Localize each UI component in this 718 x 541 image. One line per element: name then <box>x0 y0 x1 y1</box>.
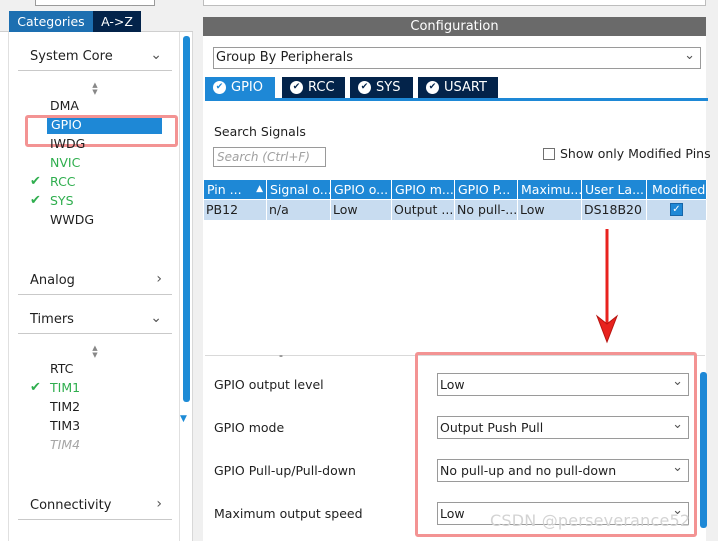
tab-sys[interactable]: ✔ SYS <box>350 77 413 98</box>
search-signals-label: Search Signals <box>214 124 306 139</box>
chevron-right-icon[interactable]: › <box>156 271 162 287</box>
form-scrollbar[interactable] <box>700 372 707 528</box>
sort-icon[interactable]: ▲ ▼ <box>91 345 99 359</box>
gpio-output-level-label: GPIO output level <box>214 377 324 392</box>
table-cell[interactable]: PB12 <box>204 200 267 220</box>
table-cell[interactable]: Low <box>331 200 392 220</box>
tree-item-tim1[interactable]: TIM1 <box>50 379 80 397</box>
check-circle-icon: ✔ <box>213 81 226 94</box>
tree-item-nvic[interactable]: NVIC <box>50 154 80 172</box>
tab-rcc[interactable]: ✔ RCC <box>282 77 345 98</box>
column-label: Pin ... <box>207 182 242 197</box>
configuration-header: Configuration <box>203 17 706 36</box>
check-icon: ✔ <box>30 380 41 395</box>
top-search-field[interactable] <box>35 0 155 6</box>
section-timers[interactable]: Timers ⌄ <box>18 308 172 334</box>
show-modified-checkbox[interactable] <box>543 148 555 160</box>
column-header[interactable]: Modified <box>647 180 707 199</box>
gpio-pull-label: GPIO Pull-up/Pull-down <box>214 463 356 478</box>
form-separator: - <box>279 349 283 362</box>
gpio-highlight-frame <box>25 115 178 147</box>
check-circle-icon: ✔ <box>426 81 439 94</box>
tree-item-dma[interactable]: DMA <box>50 97 79 115</box>
column-header[interactable]: User La... <box>582 180 647 199</box>
section-connectivity[interactable]: Connectivity › <box>18 494 172 520</box>
chevron-right-icon[interactable]: › <box>156 496 162 512</box>
column-header[interactable]: Pin ... ▲ <box>204 180 267 199</box>
tree-item-iwdg[interactable]: IWDG <box>50 135 85 153</box>
section-label: System Core <box>30 49 113 64</box>
tab-label: USART <box>444 80 487 95</box>
top-frame <box>203 0 706 6</box>
tree-item-tim3[interactable]: TIM3 <box>50 417 80 435</box>
column-header[interactable]: GPIO m... <box>392 180 455 199</box>
section-system-core[interactable]: System Core ⌄ <box>18 45 172 71</box>
section-label: Analog <box>30 273 75 288</box>
check-circle-icon: ✔ <box>358 81 371 94</box>
tree-item-tim2[interactable]: TIM2 <box>50 398 80 416</box>
tab-label: GPIO <box>231 80 263 95</box>
form-highlight-frame <box>415 352 697 537</box>
sort-icon[interactable]: ▲ ▼ <box>91 82 99 96</box>
table-cell[interactable]: n/a <box>267 200 331 220</box>
tree-item-sys[interactable]: SYS <box>50 192 74 210</box>
table-cell[interactable]: Output ... <box>392 200 455 220</box>
max-output-speed-label: Maximum output speed <box>214 506 363 521</box>
table-cell[interactable]: Low <box>518 200 582 220</box>
column-header[interactable]: Signal o... <box>267 180 331 199</box>
chevron-down-icon[interactable]: ⌄ <box>150 47 162 63</box>
chevron-down-icon: ⌄ <box>684 48 695 63</box>
left-panel: Categories A->Z ▼ System Core ⌄ ▲ ▼ DMA G… <box>0 0 193 541</box>
watermark: CSDN @perseverance52 <box>490 511 691 530</box>
tab-underline <box>205 98 708 101</box>
tab-usart[interactable]: ✔ USART <box>418 77 498 98</box>
show-modified-label: Show only Modified Pins <box>560 146 711 161</box>
chevron-down-icon[interactable]: ⌄ <box>150 310 162 326</box>
modified-checkbox: ✓ <box>670 203 683 216</box>
sort-up-icon: ▲ <box>256 184 263 194</box>
check-circle-icon: ✔ <box>290 81 303 94</box>
left-scrollbar[interactable] <box>183 36 190 402</box>
column-header[interactable]: Maximu... <box>518 180 582 199</box>
tab-a-to-z[interactable]: A->Z <box>93 11 141 32</box>
tree-item-rcc[interactable]: RCC <box>50 173 76 191</box>
group-by-select[interactable]: Group By Peripherals ⌄ <box>213 47 701 69</box>
group-by-value: Group By Peripherals <box>216 50 353 65</box>
check-icon: ✔ <box>30 193 41 208</box>
tree-item-rtc[interactable]: RTC <box>50 360 73 378</box>
column-header[interactable]: GPIO o... <box>331 180 392 199</box>
red-down-arrow-icon <box>595 229 619 344</box>
table-cell[interactable]: DS18B20 <box>582 200 647 220</box>
search-signals-input[interactable]: Search (Ctrl+F) <box>213 147 326 167</box>
table-cell[interactable]: No pull-... <box>455 200 518 220</box>
tab-label: RCC <box>308 80 335 95</box>
section-label: Timers <box>30 312 74 327</box>
category-tab-strip: Categories A->Z <box>0 0 193 32</box>
section-label: Connectivity <box>30 498 112 513</box>
tree-item-tim4[interactable]: TIM4 <box>50 436 80 454</box>
tab-gpio[interactable]: ✔ GPIO <box>205 77 275 98</box>
scroll-down-arrow-icon[interactable]: ▼ <box>180 414 187 424</box>
tab-categories[interactable]: Categories <box>9 11 93 32</box>
column-header[interactable]: GPIO P... <box>455 180 518 199</box>
tab-label: SYS <box>376 80 401 95</box>
tree-item-wwdg[interactable]: WWDG <box>50 211 94 229</box>
section-analog[interactable]: Analog › <box>18 269 172 295</box>
check-icon: ✔ <box>30 174 41 189</box>
gpio-mode-label: GPIO mode <box>214 420 285 435</box>
